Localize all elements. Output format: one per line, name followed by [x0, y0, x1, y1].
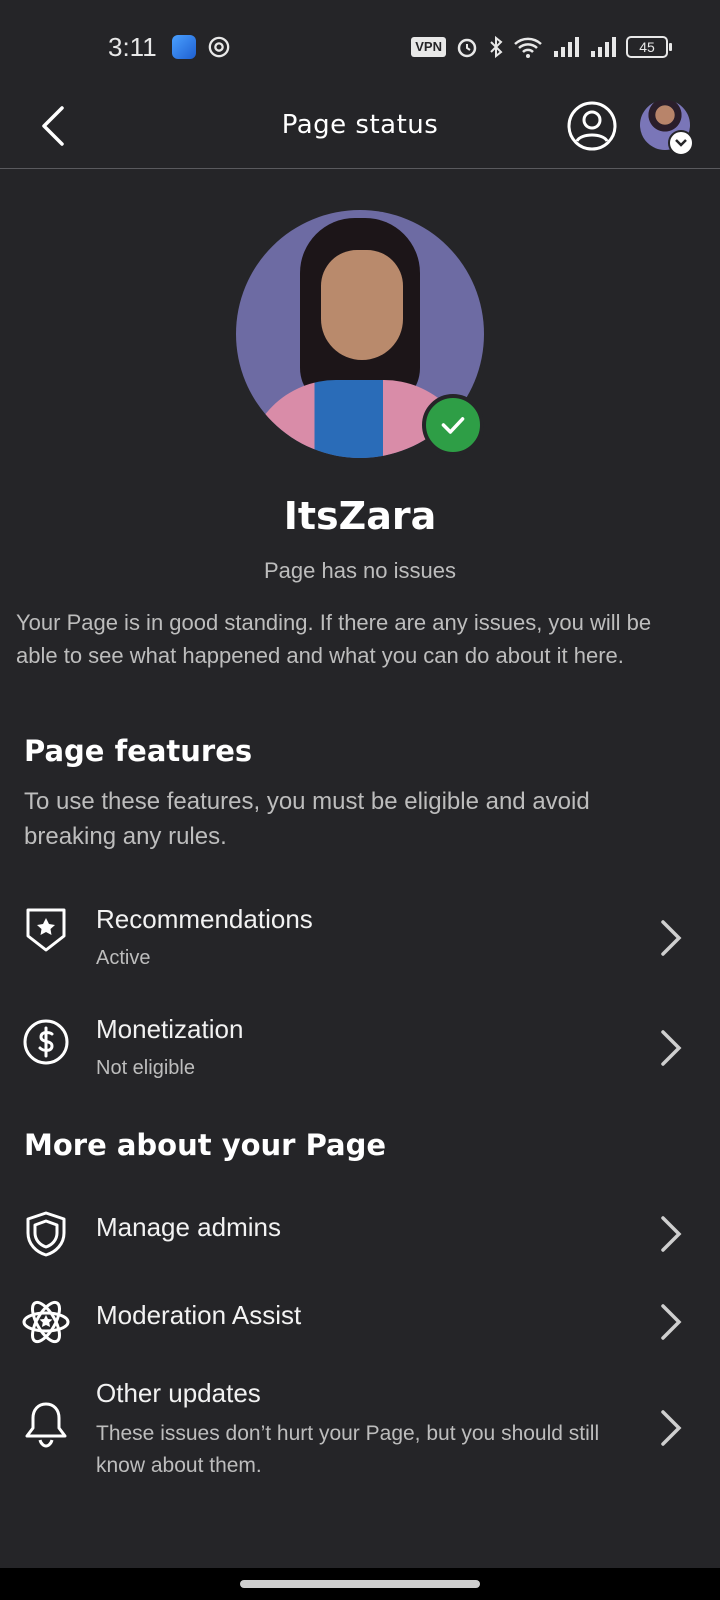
- chevron-down-icon: [668, 130, 694, 156]
- row-sublabel: These issues don’t hurt your Page, but y…: [96, 1422, 600, 1477]
- chevron-right-icon: [661, 1304, 682, 1340]
- wifi-icon: [514, 37, 542, 58]
- status-time: 3:11: [108, 32, 157, 62]
- status-icons: VPN 45: [411, 34, 672, 60]
- chevron-right-icon: [661, 1410, 682, 1446]
- chevron-right-icon: [661, 920, 682, 956]
- vpn-icon: VPN: [411, 37, 446, 57]
- chevron-right-icon: [661, 1216, 682, 1252]
- bell-icon: [25, 1402, 67, 1448]
- page-status: Page has no issues: [263, 558, 457, 583]
- section-desc-features: To use these features, you must be eligi…: [24, 788, 590, 850]
- app-icon: [172, 35, 196, 59]
- list-item-manage-admins[interactable]: Manage admins: [0, 1200, 720, 1270]
- alarm-icon: [457, 38, 477, 58]
- row-label: Monetization: [96, 1014, 244, 1044]
- battery-icon: 45: [626, 36, 672, 58]
- list-item-recommendations[interactable]: Recommendations Active: [0, 890, 720, 980]
- chrome-icon: [208, 36, 230, 58]
- row-sublabel: Active: [96, 947, 151, 969]
- signal-icon: [554, 37, 579, 57]
- section-title-more: More about your Page: [24, 1128, 387, 1162]
- signal-icon: [591, 37, 616, 57]
- row-label: Moderation Assist: [96, 1300, 302, 1330]
- atom-star-icon: [22, 1300, 70, 1344]
- shield-icon: [26, 1211, 66, 1257]
- verified-check-icon: [422, 394, 484, 456]
- row-label: Other updates: [96, 1378, 261, 1408]
- app-header: Page status: [0, 84, 720, 169]
- bluetooth-icon: [490, 35, 503, 59]
- section-title-features: Page features: [24, 734, 253, 768]
- avatar[interactable]: [640, 100, 694, 156]
- dollar-circle-icon: [23, 1019, 69, 1065]
- page-name: ItsZara: [283, 494, 437, 538]
- list-item-monetization[interactable]: Monetization Not eligible: [0, 1000, 720, 1090]
- system-nav-bar: [0, 1568, 720, 1600]
- home-gesture-pill[interactable]: [240, 1580, 480, 1588]
- standing-description: Your Page is in good standing. If there …: [16, 610, 652, 668]
- row-label: Recommendations: [96, 904, 313, 934]
- row-label: Manage admins: [96, 1212, 281, 1242]
- list-item-other-updates[interactable]: Other updates These issues don’t hurt yo…: [0, 1370, 720, 1510]
- chevron-right-icon: [661, 1030, 682, 1066]
- status-bar: 3:11 VPN 45: [0, 0, 720, 84]
- row-sublabel: Not eligible: [96, 1057, 195, 1079]
- user-circle-icon[interactable]: [566, 100, 618, 152]
- list-item-moderation-assist[interactable]: Moderation Assist: [0, 1288, 720, 1358]
- shield-star-icon: [26, 908, 66, 952]
